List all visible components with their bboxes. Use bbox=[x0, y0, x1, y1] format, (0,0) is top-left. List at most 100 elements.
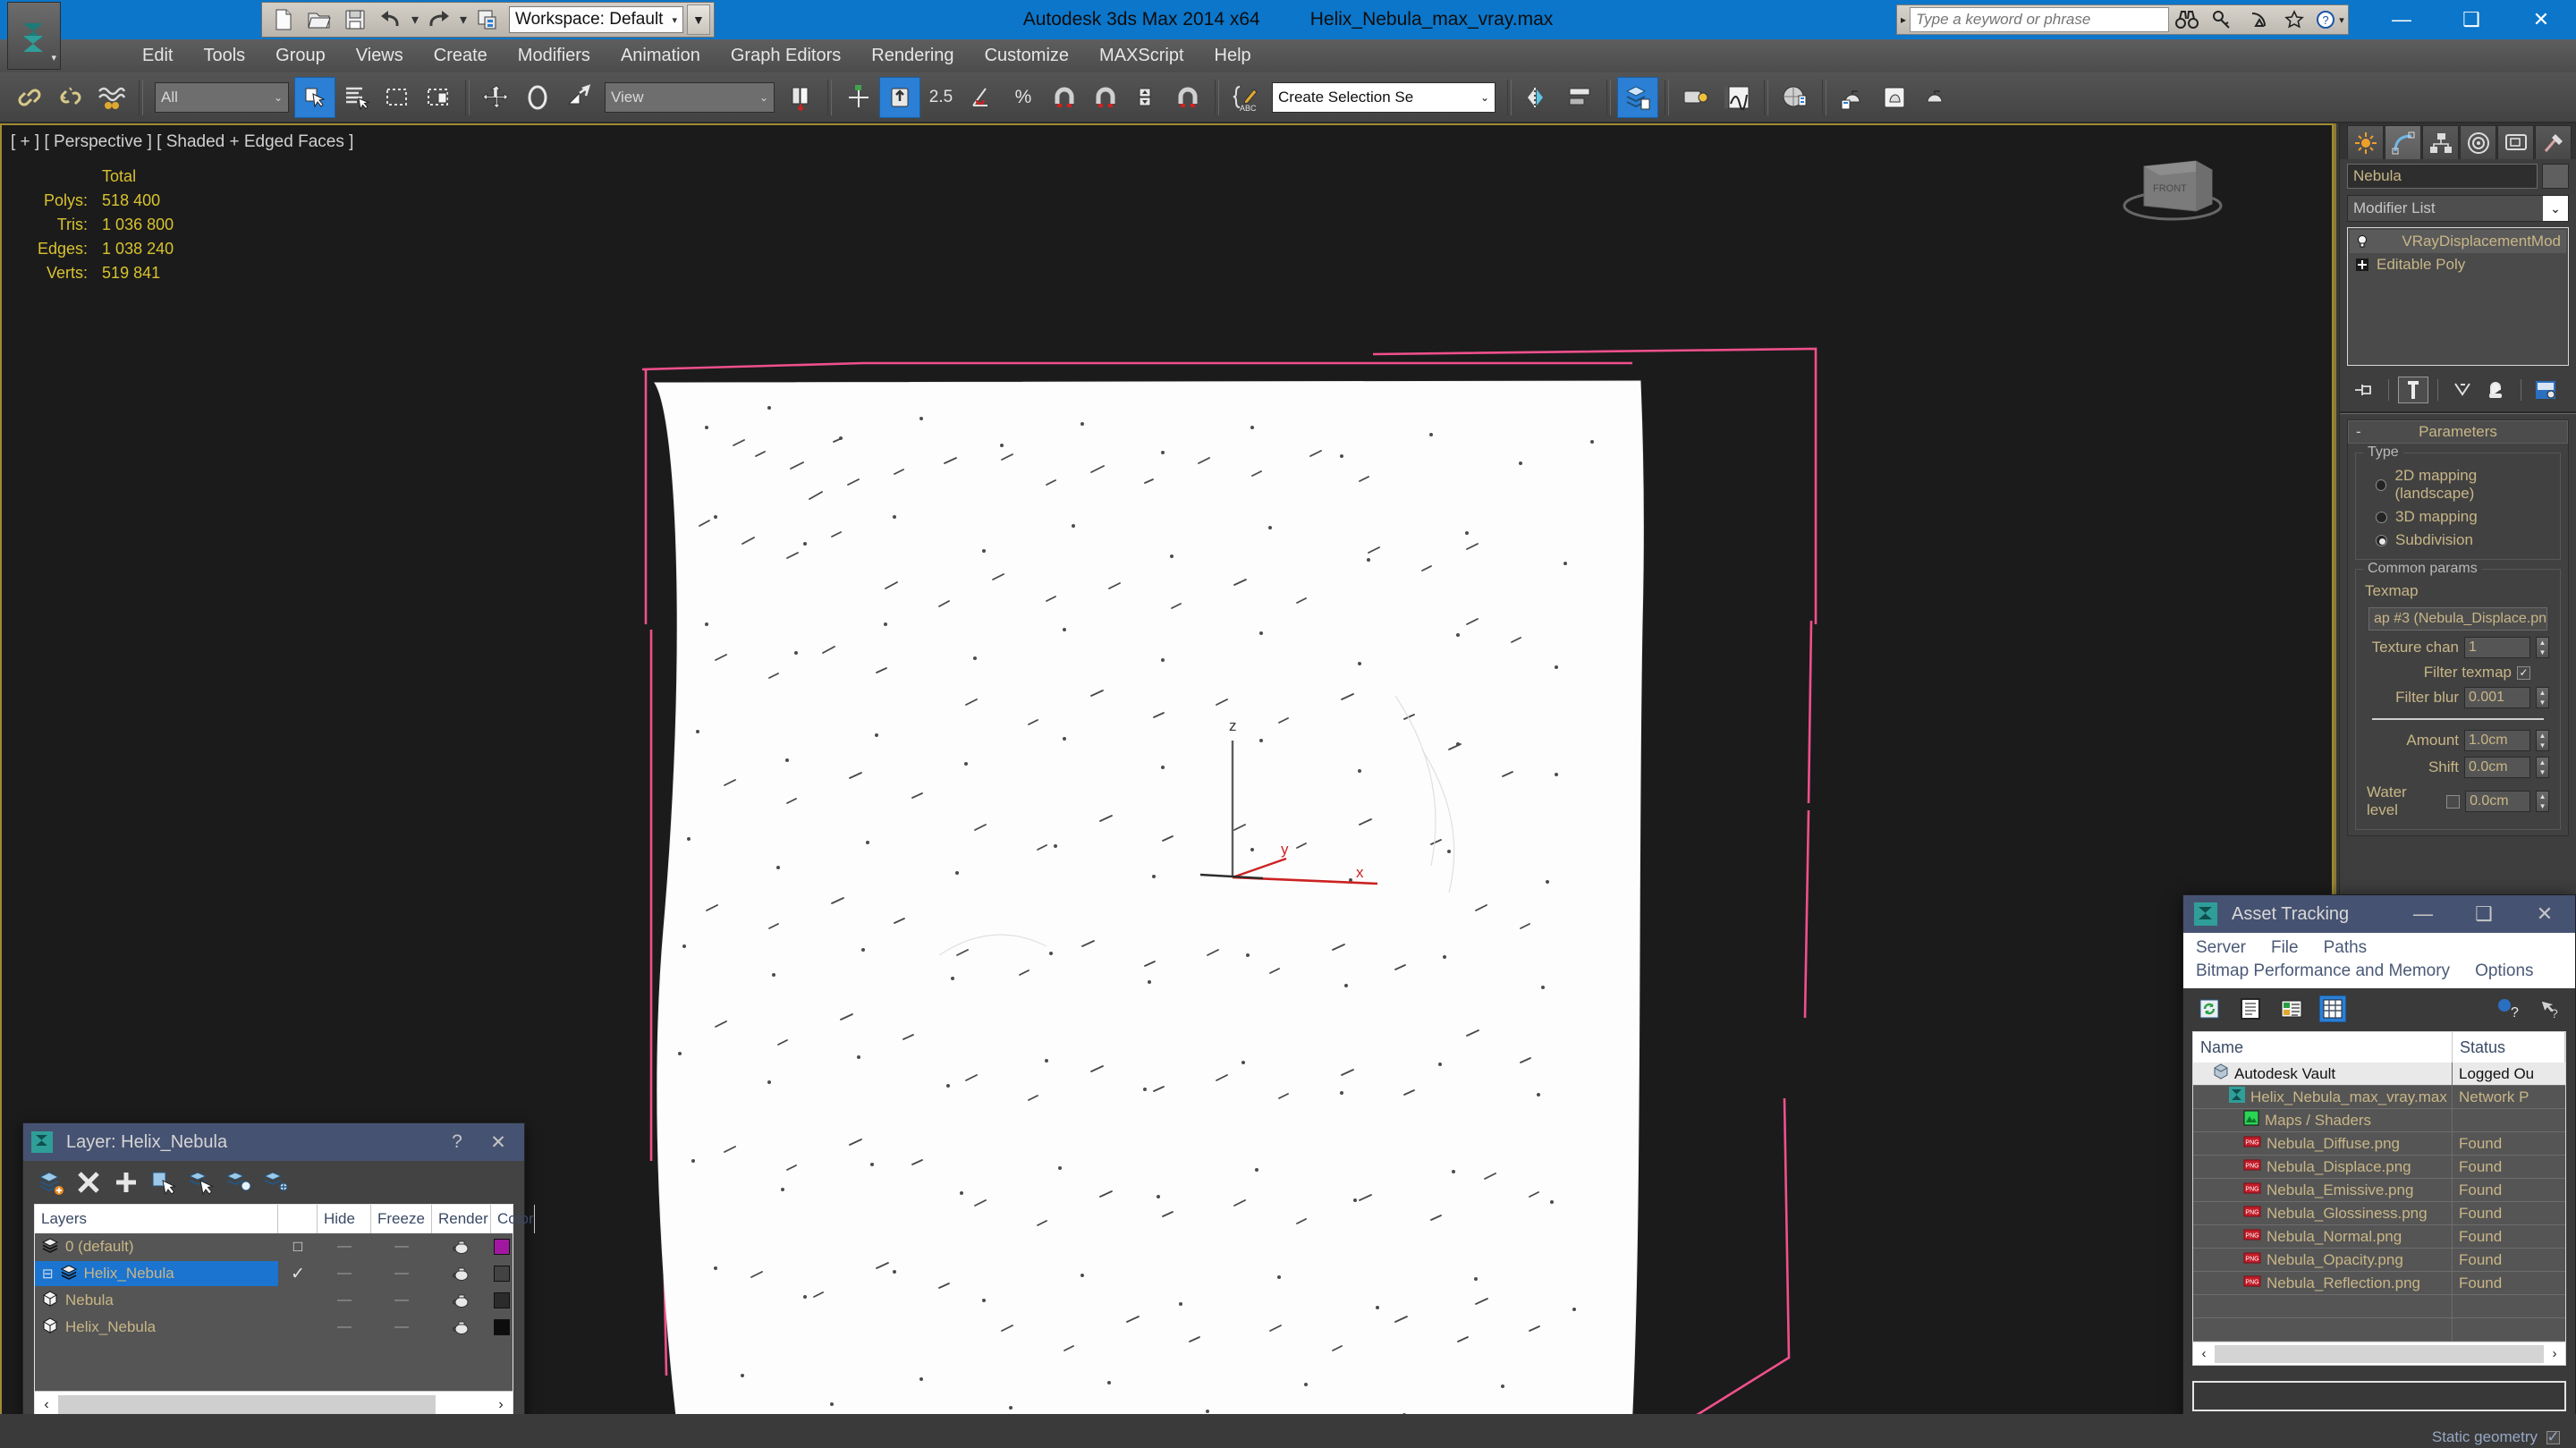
select-by-name-icon[interactable] bbox=[335, 77, 377, 118]
menu-item-group[interactable]: Group bbox=[260, 39, 341, 72]
filter-blur-field[interactable]: 0.001 bbox=[2464, 687, 2530, 708]
scroll-right-icon[interactable]: › bbox=[489, 1397, 513, 1413]
angle-snap-icon[interactable]: 2.5 bbox=[920, 77, 962, 118]
asset-table-hscrollbar[interactable]: ‹ › bbox=[2192, 1342, 2566, 1366]
delete-layer-icon[interactable] bbox=[73, 1167, 104, 1198]
asset-menu-bitmap-performance[interactable]: Bitmap Performance and Memory bbox=[2196, 960, 2450, 983]
asset-menu-file[interactable]: File bbox=[2271, 936, 2299, 960]
water-level-field[interactable]: 0.0cm bbox=[2465, 791, 2531, 812]
layer-properties-icon[interactable] bbox=[261, 1167, 292, 1198]
help-icon[interactable]: ? ▾ bbox=[2312, 5, 2348, 34]
rect-select-region-icon[interactable] bbox=[377, 77, 418, 118]
list-view-icon[interactable] bbox=[2237, 995, 2264, 1022]
unlink-icon[interactable] bbox=[50, 77, 91, 118]
water-level-spinner[interactable]: ▲ ▼ bbox=[2536, 791, 2549, 812]
layer-dialog[interactable]: Layer: Helix_Nebula ? ✕ Layers Hide Free… bbox=[22, 1122, 535, 1431]
light-lister-icon[interactable] bbox=[1675, 77, 1716, 118]
layer-row[interactable]: 0 (default) □ — — bbox=[35, 1233, 513, 1260]
shift-spinner[interactable]: ▲ ▼ bbox=[2536, 757, 2549, 778]
teapot-icon[interactable] bbox=[432, 1314, 491, 1341]
use-selection-center-icon[interactable] bbox=[838, 77, 879, 118]
radio-3d-mapping[interactable]: 3D mapping bbox=[2363, 505, 2553, 529]
select-link-icon[interactable] bbox=[9, 77, 50, 118]
layer-color-swatch[interactable] bbox=[491, 1233, 513, 1260]
asset-row-name-cell[interactable]: PNG Nebula_Opacity.png bbox=[2193, 1248, 2453, 1272]
modifier-list-combo[interactable]: Modifier List ⌄ bbox=[2347, 195, 2569, 222]
radio-button[interactable] bbox=[2376, 478, 2387, 491]
texmap-button[interactable]: ap #3 (Nebula_Displace.png) bbox=[2368, 607, 2547, 631]
align-icon[interactable] bbox=[1559, 77, 1600, 118]
scroll-right-icon[interactable]: › bbox=[2544, 1346, 2565, 1361]
amount-spinner[interactable]: ▲ ▼ bbox=[2536, 730, 2549, 751]
layer-current-toggle[interactable] bbox=[278, 1287, 318, 1314]
schematic-view-icon[interactable] bbox=[1775, 77, 1816, 118]
select-move-icon[interactable] bbox=[476, 77, 517, 118]
menu-item-rendering[interactable]: Rendering bbox=[856, 39, 969, 72]
menu-item-views[interactable]: Views bbox=[341, 39, 419, 72]
motion-tab-icon[interactable] bbox=[2460, 125, 2496, 159]
plus-expand-icon[interactable] bbox=[2353, 256, 2371, 274]
menu-item-customize[interactable]: Customize bbox=[970, 39, 1084, 72]
layer-hide-toggle[interactable]: — bbox=[318, 1260, 371, 1287]
layer-hide-toggle[interactable]: — bbox=[318, 1287, 371, 1314]
asset-table[interactable]: Name Status Autodesk Vault Logged Ou Hel… bbox=[2192, 1031, 2566, 1342]
asset-row[interactable]: PNG Nebula_Opacity.png Found bbox=[2193, 1248, 2565, 1272]
highlight-selected-objects-icon[interactable] bbox=[224, 1167, 254, 1198]
layer-row-name-cell[interactable]: 0 (default) bbox=[35, 1234, 278, 1259]
asset-row[interactable]: PNG Nebula_Diffuse.png Found bbox=[2193, 1131, 2565, 1156]
detail-view-icon[interactable] bbox=[2278, 995, 2305, 1022]
project-folder-icon[interactable] bbox=[470, 4, 505, 36]
utilities-tab-icon[interactable] bbox=[2535, 125, 2572, 159]
lightbulb-icon[interactable] bbox=[2353, 233, 2371, 250]
use-pivot-center-icon[interactable] bbox=[780, 77, 821, 118]
curve-editor-icon[interactable] bbox=[1716, 77, 1758, 118]
texture-channel-field[interactable]: 1 bbox=[2464, 637, 2530, 658]
stack-item-vraydisplacementmod[interactable]: VRayDisplacementMod bbox=[2350, 230, 2566, 253]
teapot-icon[interactable] bbox=[432, 1260, 491, 1287]
layer-color-swatch[interactable] bbox=[491, 1287, 513, 1314]
view-cube[interactable]: FRONT bbox=[2106, 136, 2241, 234]
layer-freeze-toggle[interactable]: — bbox=[371, 1260, 432, 1287]
amount-field[interactable]: 1.0cm bbox=[2464, 730, 2530, 751]
layer-row-name-cell[interactable]: ⊟ Helix_Nebula bbox=[35, 1261, 278, 1286]
asset-row[interactable]: PNG Nebula_Emissive.png Found bbox=[2193, 1178, 2565, 1202]
menu-item-modifiers[interactable]: Modifiers bbox=[503, 39, 606, 72]
object-color-swatch[interactable] bbox=[2542, 164, 2569, 189]
filter-blur-spinner[interactable]: ▲ ▼ bbox=[2536, 687, 2549, 708]
expand-collapse-icon[interactable]: ⊟ bbox=[42, 1266, 54, 1282]
static-geometry-checkbox[interactable]: ✓ bbox=[2546, 1428, 2560, 1445]
teapot-icon[interactable] bbox=[432, 1233, 491, 1260]
asset-row[interactable]: Helix_Nebula_max_vray.max Network P bbox=[2193, 1085, 2565, 1109]
hierarchy-tab-icon[interactable] bbox=[2422, 125, 2459, 159]
search-grip-icon[interactable]: ▸ bbox=[1897, 5, 1910, 34]
render-setup-icon[interactable] bbox=[1874, 77, 1915, 118]
selection-filter-combo[interactable]: All ⌄ bbox=[155, 81, 289, 113]
collapse-icon[interactable]: - bbox=[2356, 423, 2361, 441]
show-end-result-icon[interactable] bbox=[2398, 377, 2428, 403]
render-production-icon[interactable] bbox=[1915, 77, 1956, 118]
modify-tab-icon[interactable] bbox=[2385, 125, 2421, 159]
asset-row[interactable]: PNG Nebula_Reflection.png Found bbox=[2193, 1271, 2565, 1295]
remove-modifier-icon[interactable] bbox=[2481, 377, 2512, 403]
layer-freeze-toggle[interactable]: — bbox=[371, 1287, 432, 1314]
application-menu-button[interactable]: ▾ bbox=[7, 2, 61, 70]
layer-row-name-cell[interactable]: Nebula bbox=[35, 1288, 278, 1313]
asset-row-name-cell[interactable]: PNG Nebula_Displace.png bbox=[2193, 1155, 2453, 1179]
star-icon[interactable] bbox=[2276, 5, 2312, 34]
select-objects-in-layer-icon[interactable] bbox=[148, 1167, 179, 1198]
asset-row[interactable]: PNG Nebula_Normal.png Found bbox=[2193, 1224, 2565, 1249]
layer-freeze-toggle[interactable]: — bbox=[371, 1314, 432, 1341]
layer-color-swatch[interactable] bbox=[491, 1314, 513, 1341]
redo-icon[interactable] bbox=[421, 4, 457, 36]
add-layer-icon[interactable] bbox=[111, 1167, 141, 1198]
layer-hide-toggle[interactable]: — bbox=[318, 1314, 371, 1341]
menu-item-animation[interactable]: Animation bbox=[606, 39, 716, 72]
undo-dropdown-icon[interactable]: ▾ bbox=[409, 4, 421, 36]
whats-this-icon[interactable]: ? bbox=[2536, 995, 2563, 1022]
menu-item-tools[interactable]: Tools bbox=[188, 39, 260, 72]
scroll-thumb[interactable] bbox=[58, 1394, 436, 1415]
asset-maximize-button[interactable]: ❑ bbox=[2453, 895, 2514, 933]
stack-item-editable-poly[interactable]: Editable Poly bbox=[2350, 253, 2566, 276]
menu-item-help[interactable]: Help bbox=[1199, 39, 1267, 72]
snap-toggle-icon[interactable] bbox=[879, 76, 920, 118]
